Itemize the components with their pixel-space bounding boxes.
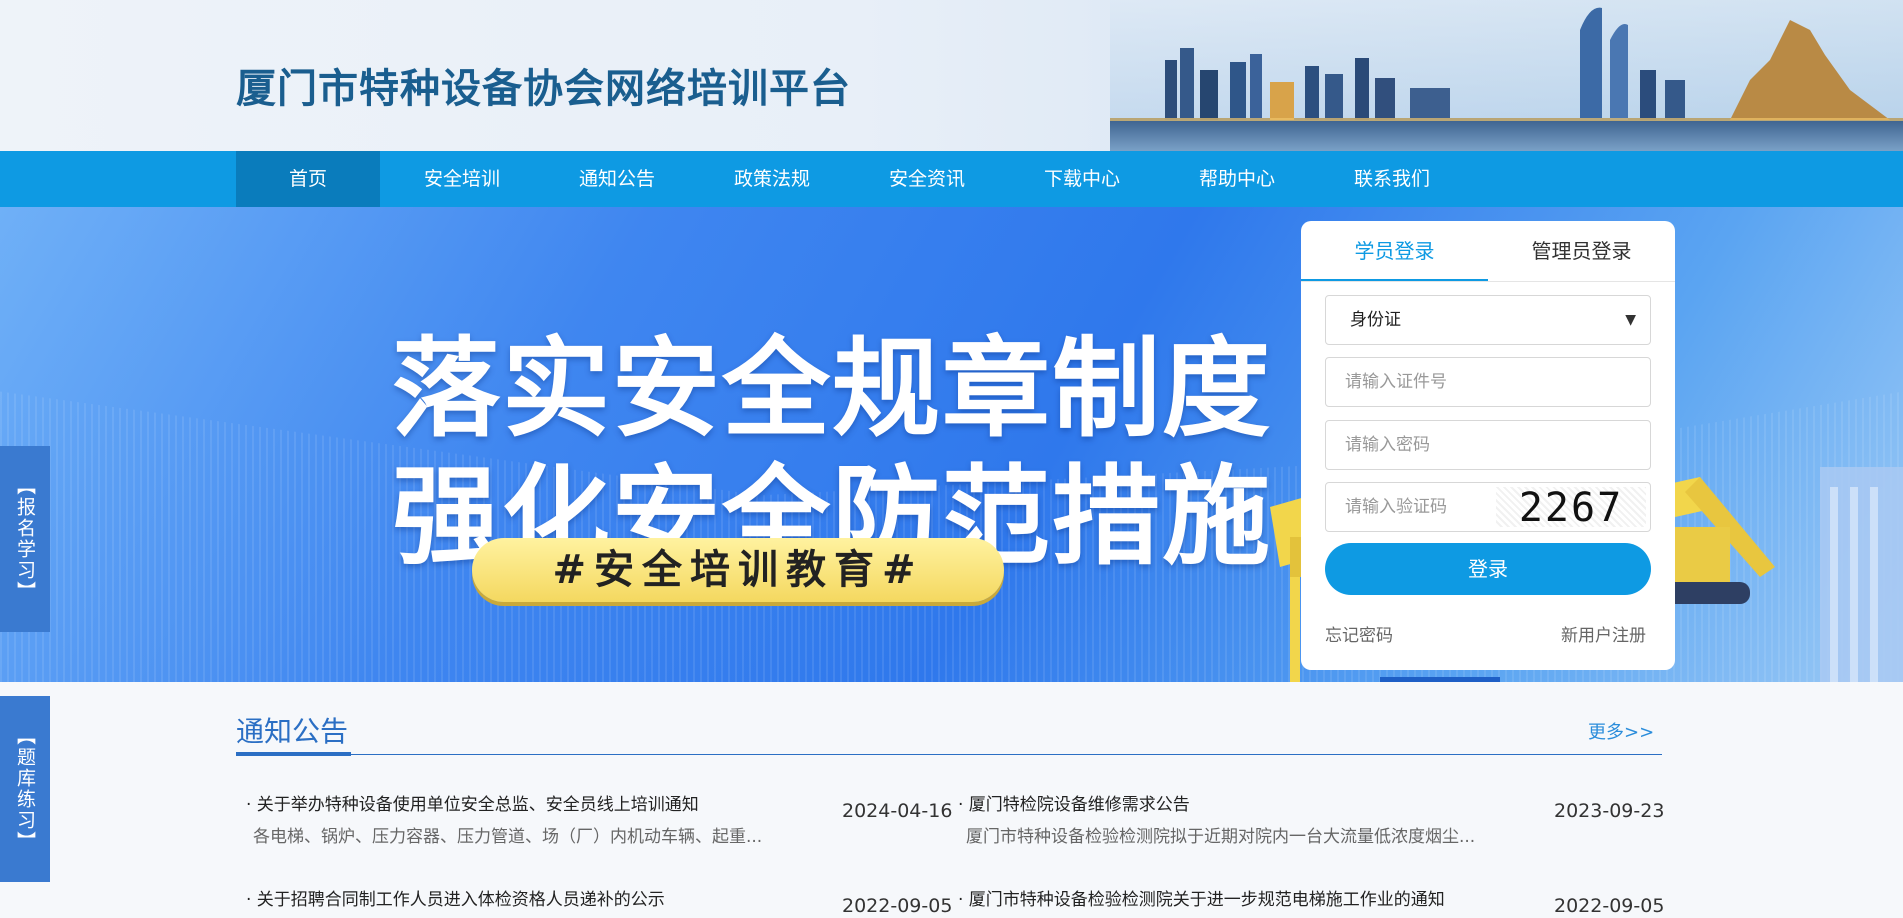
notice-summary: 厦门市特种设备检验检测院拟于近期对院内一台大流量低浓度烟尘...: [966, 827, 1476, 847]
captcha-image[interactable]: 2267: [1496, 487, 1646, 529]
notice-title[interactable]: · 厦门特检院设备维修需求公告: [958, 790, 1190, 815]
register-link[interactable]: 新用户注册: [1561, 621, 1646, 646]
notice-date: 2022-09-05: [1554, 895, 1665, 917]
side-tab-signup[interactable]: 【报名学习】: [0, 446, 50, 632]
password-input[interactable]: 请输入密码: [1325, 420, 1651, 470]
main-nav: 首页 安全培训 通知公告 政策法规 安全资讯 下载中心 帮助中心 联系我们: [0, 151, 1903, 207]
nav-item-notices[interactable]: 通知公告: [545, 151, 689, 207]
site-header: 厦门市特种设备协会网络培训平台: [0, 0, 1903, 151]
section-title-underline: [236, 752, 351, 756]
nav-item-safety-news[interactable]: 安全资讯: [855, 151, 999, 207]
side-tab-practice[interactable]: 【题库练习】: [0, 696, 50, 882]
notice-title[interactable]: · 关于招聘合同制工作人员进入体检资格人员递补的公示: [246, 885, 665, 910]
forgot-password-link[interactable]: 忘记密码: [1325, 621, 1393, 646]
captcha-placeholder: 请输入验证码: [1345, 497, 1447, 517]
id-number-input[interactable]: 请输入证件号: [1325, 357, 1651, 407]
notice-title[interactable]: · 关于举办特种设备使用单位安全总监、安全员线上培训通知: [246, 790, 699, 815]
notice-title[interactable]: · 厦门市特种设备检验检测院关于进一步规范电梯施工作业的通知: [958, 885, 1445, 910]
nav-item-help[interactable]: 帮助中心: [1165, 151, 1309, 207]
nav-item-home[interactable]: 首页: [236, 151, 380, 207]
chevron-down-icon: ▼: [1625, 312, 1636, 328]
notices-section-title: 通知公告: [236, 715, 349, 748]
tab-divider: [1301, 281, 1675, 282]
nav-item-policies[interactable]: 政策法规: [700, 151, 844, 207]
notice-summary: 各电梯、锅炉、压力容器、压力管道、场（厂）内机动车辆、起重...: [253, 827, 763, 847]
section-divider: [236, 754, 1662, 755]
captcha-input[interactable]: 请输入验证码 2267: [1325, 482, 1651, 532]
login-panel: 学员登录 管理员登录 身份证 ▼ 请输入证件号 请输入密码 请输入验证码 226…: [1301, 221, 1675, 670]
tab-student-login[interactable]: 学员登录: [1301, 221, 1488, 281]
login-button[interactable]: 登录: [1325, 543, 1651, 595]
id-type-selected: 身份证: [1350, 310, 1401, 330]
banner-tag: #安全培训教育#: [472, 538, 1004, 602]
tab-admin-login[interactable]: 管理员登录: [1488, 221, 1675, 281]
notice-date: 2023-09-23: [1554, 800, 1665, 822]
nav-item-contact[interactable]: 联系我们: [1320, 151, 1464, 207]
nav-item-downloads[interactable]: 下载中心: [1010, 151, 1154, 207]
id-type-select[interactable]: 身份证 ▼: [1325, 295, 1651, 345]
site-title: 厦门市特种设备协会网络培训平台: [236, 66, 851, 112]
nav-item-safety-training[interactable]: 安全培训: [390, 151, 534, 207]
notice-date: 2022-09-05: [842, 895, 953, 917]
city-skyline-image: [1110, 0, 1903, 151]
notice-date: 2024-04-16: [842, 800, 953, 822]
notices-more-link[interactable]: 更多>>: [1588, 718, 1654, 744]
